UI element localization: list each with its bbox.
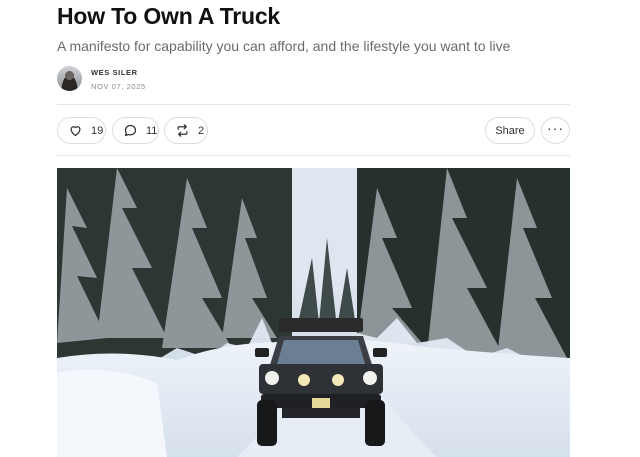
- divider-bottom: [57, 155, 570, 156]
- comment-count: 11: [146, 124, 158, 137]
- like-button[interactable]: 19: [57, 117, 106, 144]
- more-icon: ···: [547, 119, 564, 136]
- article-title: How To Own A Truck: [57, 3, 280, 29]
- post-date: NOV 07, 2025: [91, 82, 146, 91]
- more-options-button[interactable]: ···: [541, 117, 570, 144]
- heart-icon: [70, 126, 81, 137]
- author-avatar[interactable]: [57, 66, 82, 91]
- hero-image[interactable]: [57, 168, 570, 457]
- author-name[interactable]: WES SILER: [91, 68, 138, 77]
- like-count: 19: [91, 124, 104, 137]
- restack-button[interactable]: 2: [164, 117, 208, 144]
- share-label: Share: [495, 124, 525, 137]
- restack-count: 2: [198, 124, 205, 137]
- comment-icon: [124, 124, 137, 137]
- comment-button[interactable]: 11: [112, 117, 159, 144]
- article-subtitle: A manifesto for capability you can affor…: [57, 38, 511, 54]
- divider-top: [57, 104, 570, 105]
- share-button[interactable]: Share: [485, 117, 535, 144]
- restack-icon: [177, 124, 188, 137]
